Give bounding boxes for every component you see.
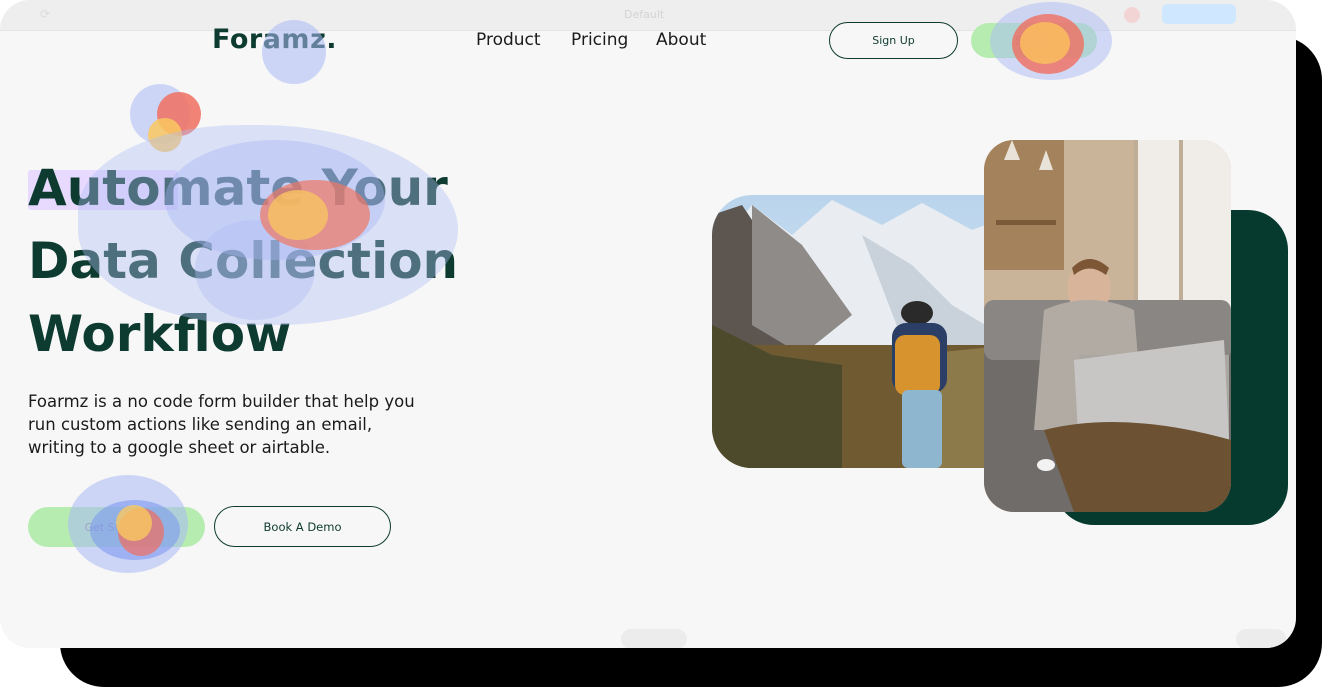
scroll-indicator[interactable]	[621, 629, 687, 648]
toolbar-pill-button[interactable]	[1162, 4, 1236, 24]
brand-logo[interactable]: Foramz.	[212, 24, 337, 55]
hero-title-line-1: Automate Your	[28, 159, 448, 217]
sign-in-button[interactable]: Sign In	[971, 23, 1097, 58]
record-dot-icon[interactable]	[1124, 7, 1140, 23]
sign-up-label: Sign Up	[872, 34, 915, 47]
person-laptop-image	[984, 140, 1231, 512]
hiker-mountain-image	[712, 195, 1012, 468]
browser-toolbar: ⟳ Default	[0, 0, 1296, 31]
heatmap-spot	[148, 118, 182, 152]
nav-item-pricing[interactable]: Pricing	[571, 30, 628, 50]
hero-title-line-3: Workflow	[28, 305, 292, 363]
heatmap-spot	[157, 92, 201, 136]
page-control-pill[interactable]	[1236, 629, 1286, 648]
get-started-button[interactable]: Get Started	[28, 507, 205, 547]
nav-item-about[interactable]: About	[656, 30, 706, 50]
get-started-label: Get Started	[84, 520, 149, 534]
hero-title-line-2: Data Collection	[28, 232, 459, 290]
book-demo-button[interactable]: Book A Demo	[214, 506, 391, 547]
toolbar-icon: ⟳	[40, 7, 51, 21]
hero-title: Automate Your Data Collection Workflow	[28, 152, 458, 371]
sign-in-label: Sign In	[1015, 34, 1053, 47]
sign-up-button[interactable]: Sign Up	[829, 22, 958, 59]
hero-description: Foarmz is a no code form builder that he…	[28, 392, 415, 457]
heatmap-spot	[130, 84, 190, 144]
landing-page: ⟳ Default Foramz. Product Pricing About …	[0, 0, 1296, 648]
nav-item-product[interactable]: Product	[476, 30, 541, 50]
book-demo-label: Book A Demo	[263, 519, 342, 534]
toolbar-title: Default	[624, 8, 665, 21]
